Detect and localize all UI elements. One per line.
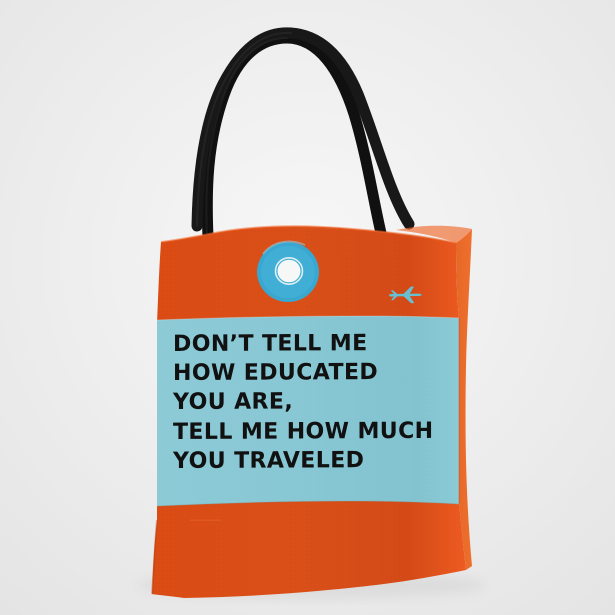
printed-quote: DON’T TELL ME HOW EDUCATED YOU ARE, TELL… — [173, 329, 434, 476]
quote-line-3: YOU ARE, — [173, 388, 294, 416]
bag-handles — [191, 27, 415, 252]
round-ring-icon — [257, 240, 319, 302]
quote-line-5: YOU TRAVELED — [173, 446, 365, 474]
quote-line-4: TELL ME HOW MUCH — [173, 417, 434, 445]
tiny-brand-mark: ▪▪▪▪▪▪▪▪▪▪▪▪▪▪ — [190, 518, 222, 522]
tote-bag-illustration — [137, 27, 485, 599]
product-photo: DON’T TELL ME HOW EDUCATED YOU ARE, TELL… — [0, 0, 615, 615]
quote-line-2: HOW EDUCATED — [173, 359, 379, 387]
quote-line-1: DON’T TELL ME — [173, 330, 368, 357]
